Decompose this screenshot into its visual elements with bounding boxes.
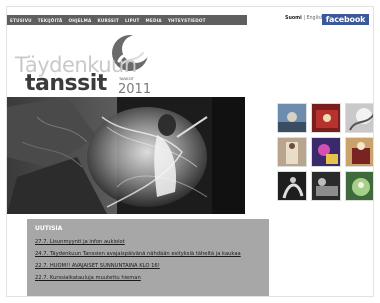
news-item[interactable]: 22.7. HUOM!! AVAJAISET SUNNUNTAINA KLO 1… xyxy=(35,263,261,269)
nav-item-media[interactable]: MEDIA xyxy=(146,18,162,23)
gallery-thumbnail[interactable] xyxy=(345,137,373,167)
hero-dancer-illustration xyxy=(7,97,245,214)
gallery-thumbnail[interactable] xyxy=(311,171,341,201)
language-switcher: Suomi | English xyxy=(285,16,324,21)
top-navigation: ETUSIVU TEKIJÖITÄ OHJELMA KURSSIT LIPUT … xyxy=(7,15,247,25)
nav-item-yhteystiedot[interactable]: YHTEYSTIEDOT xyxy=(168,18,206,23)
nav-item-liput[interactable]: LIPUT xyxy=(125,18,140,23)
gallery-thumbnail[interactable] xyxy=(311,103,341,133)
logo-word-2: tanssit xyxy=(25,71,107,96)
gallery-thumbnail[interactable] xyxy=(345,171,373,201)
news-panel: UUTISIA 27.7. Lisunmyynti ja infon aukio… xyxy=(27,219,269,296)
nav-item-ohjelma[interactable]: OHJELMA xyxy=(69,18,92,23)
news-item[interactable]: 22.7. Kurssiaikatauluja muutettu hieman xyxy=(35,275,261,281)
facebook-button[interactable]: facebook xyxy=(322,14,369,25)
gallery-thumbnail[interactable] xyxy=(277,103,307,133)
page-frame: ETUSIVU TEKIJÖITÄ OHJELMA KURSSIT LIPUT … xyxy=(6,6,374,297)
gallery-thumbnail[interactable] xyxy=(277,137,307,167)
gallery-thumbnail[interactable] xyxy=(277,171,307,201)
news-heading: UUTISIA xyxy=(35,225,63,232)
hero-image xyxy=(7,97,245,214)
thumbnail-gallery xyxy=(277,103,373,201)
language-finnish[interactable]: Suomi xyxy=(285,16,302,21)
nav-item-kurssit[interactable]: KURSSIT xyxy=(97,18,118,23)
nav-item-etusivu[interactable]: ETUSIVU xyxy=(10,18,32,23)
news-item[interactable]: 27.7. Lisunmyynti ja infon aukiolot xyxy=(35,239,261,245)
nav-item-tekijoita[interactable]: TEKIJÖITÄ xyxy=(38,18,63,23)
site-logo[interactable]: Täydenkuun tanssit TANSSIT 2011 xyxy=(15,33,175,103)
news-item[interactable]: 24.7. Täydenkuun Tanssien avajaispäivänä… xyxy=(35,251,261,257)
logo-year: 2011 xyxy=(118,82,152,97)
gallery-thumbnail[interactable] xyxy=(345,103,373,133)
logo-tagline: TANSSIT xyxy=(119,77,134,81)
gallery-thumbnail[interactable] xyxy=(311,137,341,167)
